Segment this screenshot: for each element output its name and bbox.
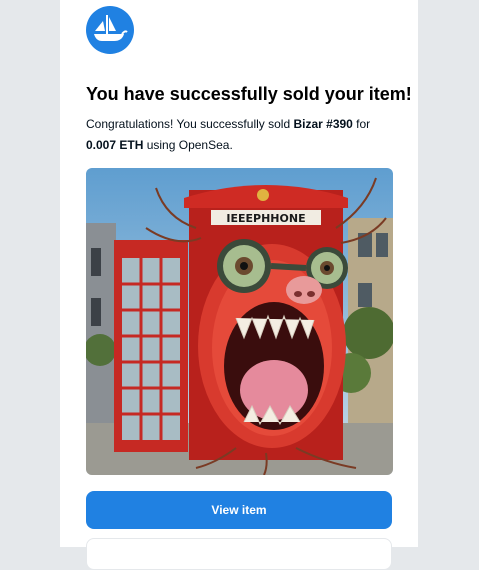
email-card: You have successfully sold your item! Co… (60, 0, 418, 570)
message-prefix: Congratulations! You successfully sold (86, 117, 294, 131)
view-item-button[interactable]: View item (86, 491, 392, 529)
opensea-logo (86, 6, 134, 54)
secondary-button[interactable] (86, 538, 392, 570)
item-name: Bizar #390 (293, 117, 353, 131)
nft-artwork-image: IEEEPHHONE (86, 168, 393, 475)
opensea-boat-icon (94, 15, 128, 41)
sale-message: Congratulations! You successfully sold B… (86, 114, 386, 156)
sale-price: 0.007 ETH (86, 138, 144, 152)
nft-artwork: IEEEPHHONE (86, 168, 393, 475)
message-suffix: using OpenSea. (143, 138, 233, 152)
booth-sign-text: IEEEPHHONE (226, 212, 305, 225)
page-title: You have successfully sold your item! (86, 84, 412, 104)
message-mid: for (352, 117, 371, 131)
